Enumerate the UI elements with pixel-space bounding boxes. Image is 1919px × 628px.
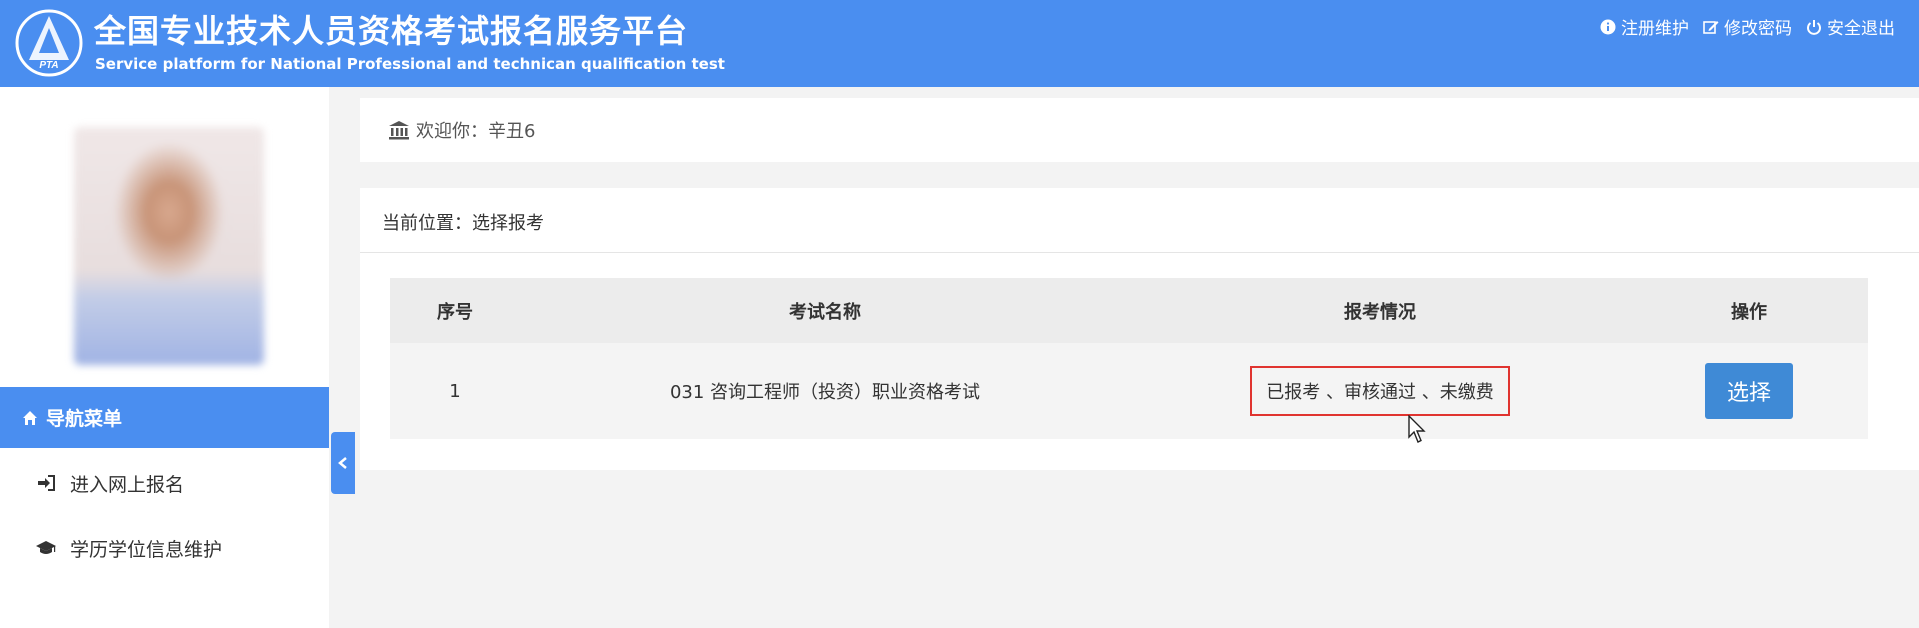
breadcrumb: 当前位置：选择报考 [382, 213, 544, 234]
sidebar-item-online-registration[interactable]: 进入网上报名 [0, 458, 329, 508]
register-maintain-label: 注册维护 [1621, 19, 1689, 39]
header-exam-name: 考试名称 [789, 301, 861, 323]
cell-action: 选择 [1630, 343, 1868, 439]
table-header: 序号 考试名称 报考情况 操作 [390, 278, 1868, 343]
welcome-text: 欢迎你：辛丑6 [416, 121, 536, 142]
edit-icon [1703, 20, 1719, 34]
change-password-label: 修改密码 [1724, 19, 1792, 39]
sidebar-item-education-info[interactable]: 学历学位信息维护 [0, 523, 329, 573]
mouse-cursor-icon [1408, 415, 1426, 443]
header-index: 序号 [437, 301, 473, 323]
divider [360, 252, 1919, 253]
home-icon [23, 410, 37, 425]
graduation-cap-icon [36, 541, 56, 554]
chevron-left-icon [338, 457, 347, 469]
cell-status: 已报考 、审核通过 、未缴费 [1130, 343, 1630, 439]
select-button[interactable]: 选择 [1705, 363, 1793, 419]
table-row: 1 031 咨询工程师（投资）职业资格考试 已报考 、审核通过 、未缴费 选择 [390, 343, 1868, 439]
header-status: 报考情况 [1344, 301, 1416, 323]
pta-logo: PTA [15, 9, 83, 77]
bank-icon [389, 121, 409, 140]
nav-menu-title: 导航菜单 [46, 408, 123, 430]
logout-label: 安全退出 [1827, 19, 1895, 39]
site-subtitle: Service platform for National Profession… [95, 55, 725, 73]
welcome-message: 欢迎你：辛丑6 [388, 117, 535, 143]
registration-status: 已报考 、审核通过 、未缴费 [1250, 366, 1510, 416]
sidebar-item-label: 学历学位信息维护 [70, 538, 223, 561]
header-action: 操作 [1731, 301, 1767, 323]
logout-link[interactable]: 安全退出 [1806, 14, 1895, 39]
cell-index: 1 [449, 380, 461, 402]
top-header: PTA 全国专业技术人员资格考试报名服务平台 Service platform … [0, 0, 1919, 87]
nav-menu-header[interactable]: 导航菜单 [0, 387, 329, 448]
exam-table: 序号 考试名称 报考情况 操作 1 031 咨询工程师（投资）职业资格考试 已报… [390, 278, 1868, 439]
cell-exam-name: 031 咨询工程师（投资）职业资格考试 [669, 382, 981, 403]
register-maintain-link[interactable]: 注册维护 [1600, 14, 1689, 39]
info-circle-icon [1600, 19, 1616, 34]
welcome-panel: 欢迎你：辛丑6 [360, 98, 1919, 162]
site-title: 全国专业技术人员资格考试报名服务平台 [94, 12, 689, 50]
header-links: 注册维护 修改密码 安全退出 [1600, 14, 1895, 39]
sign-in-icon [38, 475, 55, 491]
sidebar-item-label: 进入网上报名 [70, 473, 185, 496]
avatar [74, 127, 264, 365]
sidebar: 导航菜单 进入网上报名 学历学位信息维护 [0, 87, 329, 628]
power-icon [1807, 19, 1821, 35]
sidebar-collapse-toggle[interactable] [331, 432, 355, 494]
change-password-link[interactable]: 修改密码 [1703, 14, 1792, 39]
logo-text: PTA [39, 60, 58, 71]
main-panel: 当前位置：选择报考 序号 考试名称 报考情况 操作 1 031 咨询工程师（投资… [360, 188, 1919, 470]
